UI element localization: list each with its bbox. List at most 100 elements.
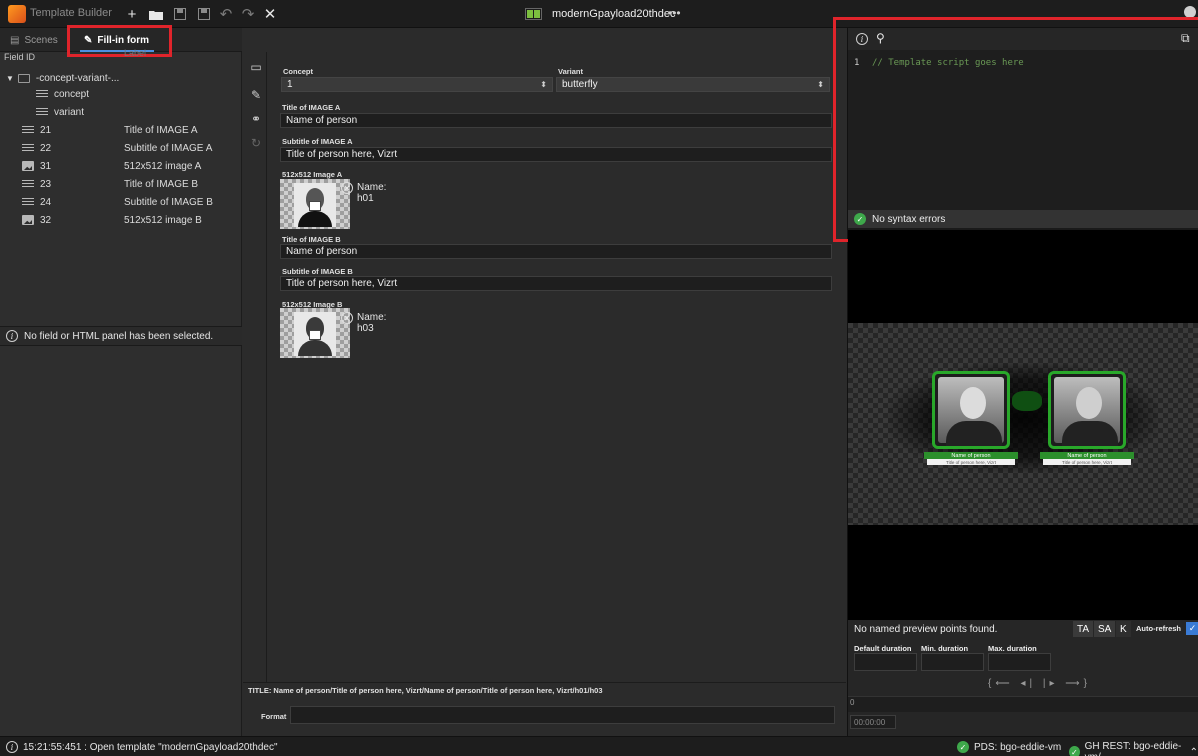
info-icon: i	[6, 330, 18, 342]
format-label: Format	[261, 712, 287, 721]
sa-button[interactable]: SA	[1094, 621, 1116, 637]
image-b-thumbnail[interactable]	[280, 308, 350, 358]
more-menu-button[interactable]: •••	[668, 6, 681, 20]
form-tool-strip: ▭ ✎ ⚭ ↻	[243, 52, 267, 682]
document-title: modernGpayload20thdec	[552, 8, 676, 20]
check-icon: ✓	[957, 741, 969, 753]
tab-scenes[interactable]: ▤ Scenes	[10, 31, 58, 49]
expand-arrow-icon[interactable]: ▼	[6, 74, 14, 83]
pds-status[interactable]: ✓ PDS: bgo-eddie-vm	[957, 741, 1061, 753]
selection-info-text: No field or HTML panel has been selected…	[24, 330, 214, 342]
text-lines-icon	[22, 197, 34, 207]
image-icon	[22, 161, 34, 171]
concept-select[interactable]: 1 ⬍	[281, 77, 553, 92]
title-a-label: Title of IMAGE A	[282, 103, 341, 112]
preview-points-note: No named preview points found.	[854, 624, 998, 635]
map-shape	[1012, 391, 1042, 411]
image-icon	[22, 215, 34, 225]
image-a-name-label: Name:	[357, 182, 387, 193]
timecode-field[interactable]: 00:00:00	[850, 715, 896, 729]
link-icon[interactable]: ⚭	[249, 112, 263, 126]
tree-row[interactable]: 31 512x512 image A	[0, 157, 242, 175]
remove-image-a-icon[interactable]: ✕	[341, 182, 353, 194]
image-a-name: h01	[357, 193, 374, 204]
redo-icon[interactable]: ↷	[238, 4, 258, 24]
ta-button[interactable]: TA	[1073, 621, 1094, 637]
save-as-icon[interactable]	[194, 4, 214, 24]
new-panel-icon[interactable]: ▭	[249, 60, 263, 74]
subtitle-b-label: Subtitle of IMAGE B	[282, 267, 353, 276]
preview-controls: No named preview points found. TA SA K A…	[848, 620, 1198, 736]
edit-icon[interactable]: ✎	[249, 88, 263, 102]
tree-row[interactable]: 24 Subtitle of IMAGE B	[0, 193, 242, 211]
tree-row[interactable]: 23 Title of IMAGE B	[0, 175, 242, 193]
column-field-id[interactable]: Field ID	[4, 52, 35, 62]
select-arrows-icon: ⬍	[540, 80, 547, 89]
refresh-icon[interactable]: ↻	[249, 136, 263, 150]
fill-in-form: Concept 1 ⬍ Variant butterfly ⬍ Title of…	[268, 52, 846, 682]
subtitle-a-label: Subtitle of IMAGE A	[282, 137, 353, 146]
expand-up-icon[interactable]: ⌃	[1190, 747, 1198, 756]
title-b-input[interactable]: Name of person	[280, 244, 832, 259]
gh-rest-status[interactable]: ✓ GH REST: bgo-eddie-vm/ ⌃	[1069, 741, 1198, 756]
close-icon[interactable]: ✕	[260, 4, 280, 24]
preview-card-a	[932, 371, 1010, 449]
image-a-label: 512x512 Image A	[282, 170, 343, 179]
undo-icon[interactable]: ↶	[216, 4, 236, 24]
variant-select[interactable]: butterfly ⬍	[556, 77, 830, 92]
preview-card-b	[1048, 371, 1126, 449]
remove-image-b-icon[interactable]: ✕	[341, 312, 353, 324]
save-icon[interactable]	[170, 4, 190, 24]
auto-refresh-label: Auto-refresh	[1136, 624, 1182, 633]
app-title: Template Builder	[30, 7, 112, 19]
right-panel: i ⚲ ⧉ 1 // Template script goes here ✓ N…	[833, 17, 1198, 736]
tree-row[interactable]: 22 Subtitle of IMAGE A	[0, 139, 242, 157]
preview-sub-a: Title of person here, Vizrt	[927, 459, 1015, 465]
transport-controls[interactable]: {⟵ ◂| |▸ ⟶}	[988, 678, 1091, 689]
max-duration-label: Max. duration	[988, 644, 1037, 653]
tree-row[interactable]: 21 Title of IMAGE A	[0, 121, 242, 139]
left-panel: ▤ Scenes ✎ Fill-in form Field ID Label ▼…	[0, 25, 242, 736]
preview-name-b: Name of person	[1040, 452, 1134, 459]
annotation-highlight-box	[833, 17, 1198, 242]
folder-open-icon[interactable]	[146, 4, 166, 24]
folder-icon	[17, 73, 30, 83]
title-b-label: Title of IMAGE B	[282, 235, 341, 244]
title-a-input[interactable]: Name of person	[280, 113, 832, 128]
select-arrows-icon: ⬍	[817, 80, 824, 89]
divider	[243, 682, 846, 683]
image-b-name: h03	[357, 323, 374, 334]
selection-info-bar: i No field or HTML panel has been select…	[0, 326, 242, 346]
variant-label: Variant	[558, 67, 584, 76]
preview-canvas: Name of person Title of person here, Viz…	[848, 323, 1198, 525]
tree-row[interactable]: 32 512x512 image B	[0, 211, 242, 229]
title-summary: TITLE: Name of person/Title of person he…	[248, 686, 603, 695]
concept-label: Concept	[283, 67, 313, 76]
auto-refresh-checkbox[interactable]: ✓	[1186, 622, 1198, 635]
min-duration-label: Min. duration	[921, 644, 969, 653]
tree-column-header: Field ID Label	[0, 48, 242, 64]
timeline-zero: 0	[850, 698, 855, 707]
min-duration-input[interactable]	[921, 653, 984, 671]
text-lines-icon	[22, 179, 34, 189]
text-lines-icon	[36, 89, 48, 99]
image-a-thumbnail[interactable]	[280, 179, 350, 229]
subtitle-a-input[interactable]: Title of person here, Vizrt	[280, 147, 832, 162]
format-input[interactable]	[290, 706, 835, 724]
app-logo-icon	[8, 5, 26, 23]
k-button[interactable]: K	[1116, 621, 1131, 637]
default-duration-input[interactable]	[854, 653, 917, 671]
preview-name-a: Name of person	[924, 452, 1018, 459]
tree-row[interactable]: variant	[0, 103, 242, 121]
status-message: 15:21:55:451 : Open template "modernGpay…	[23, 741, 278, 753]
text-lines-icon	[22, 125, 34, 135]
subtitle-b-input[interactable]: Title of person here, Vizrt	[280, 276, 832, 291]
max-duration-input[interactable]	[988, 653, 1051, 671]
default-duration-label: Default duration	[854, 644, 912, 653]
column-label[interactable]: Label	[124, 48, 146, 58]
document-icon	[525, 8, 542, 20]
add-icon[interactable]: +	[122, 4, 142, 24]
timeline[interactable]: 0	[848, 696, 1198, 712]
scenes-icon: ▤	[10, 34, 20, 46]
tree-row[interactable]: concept	[0, 85, 242, 103]
